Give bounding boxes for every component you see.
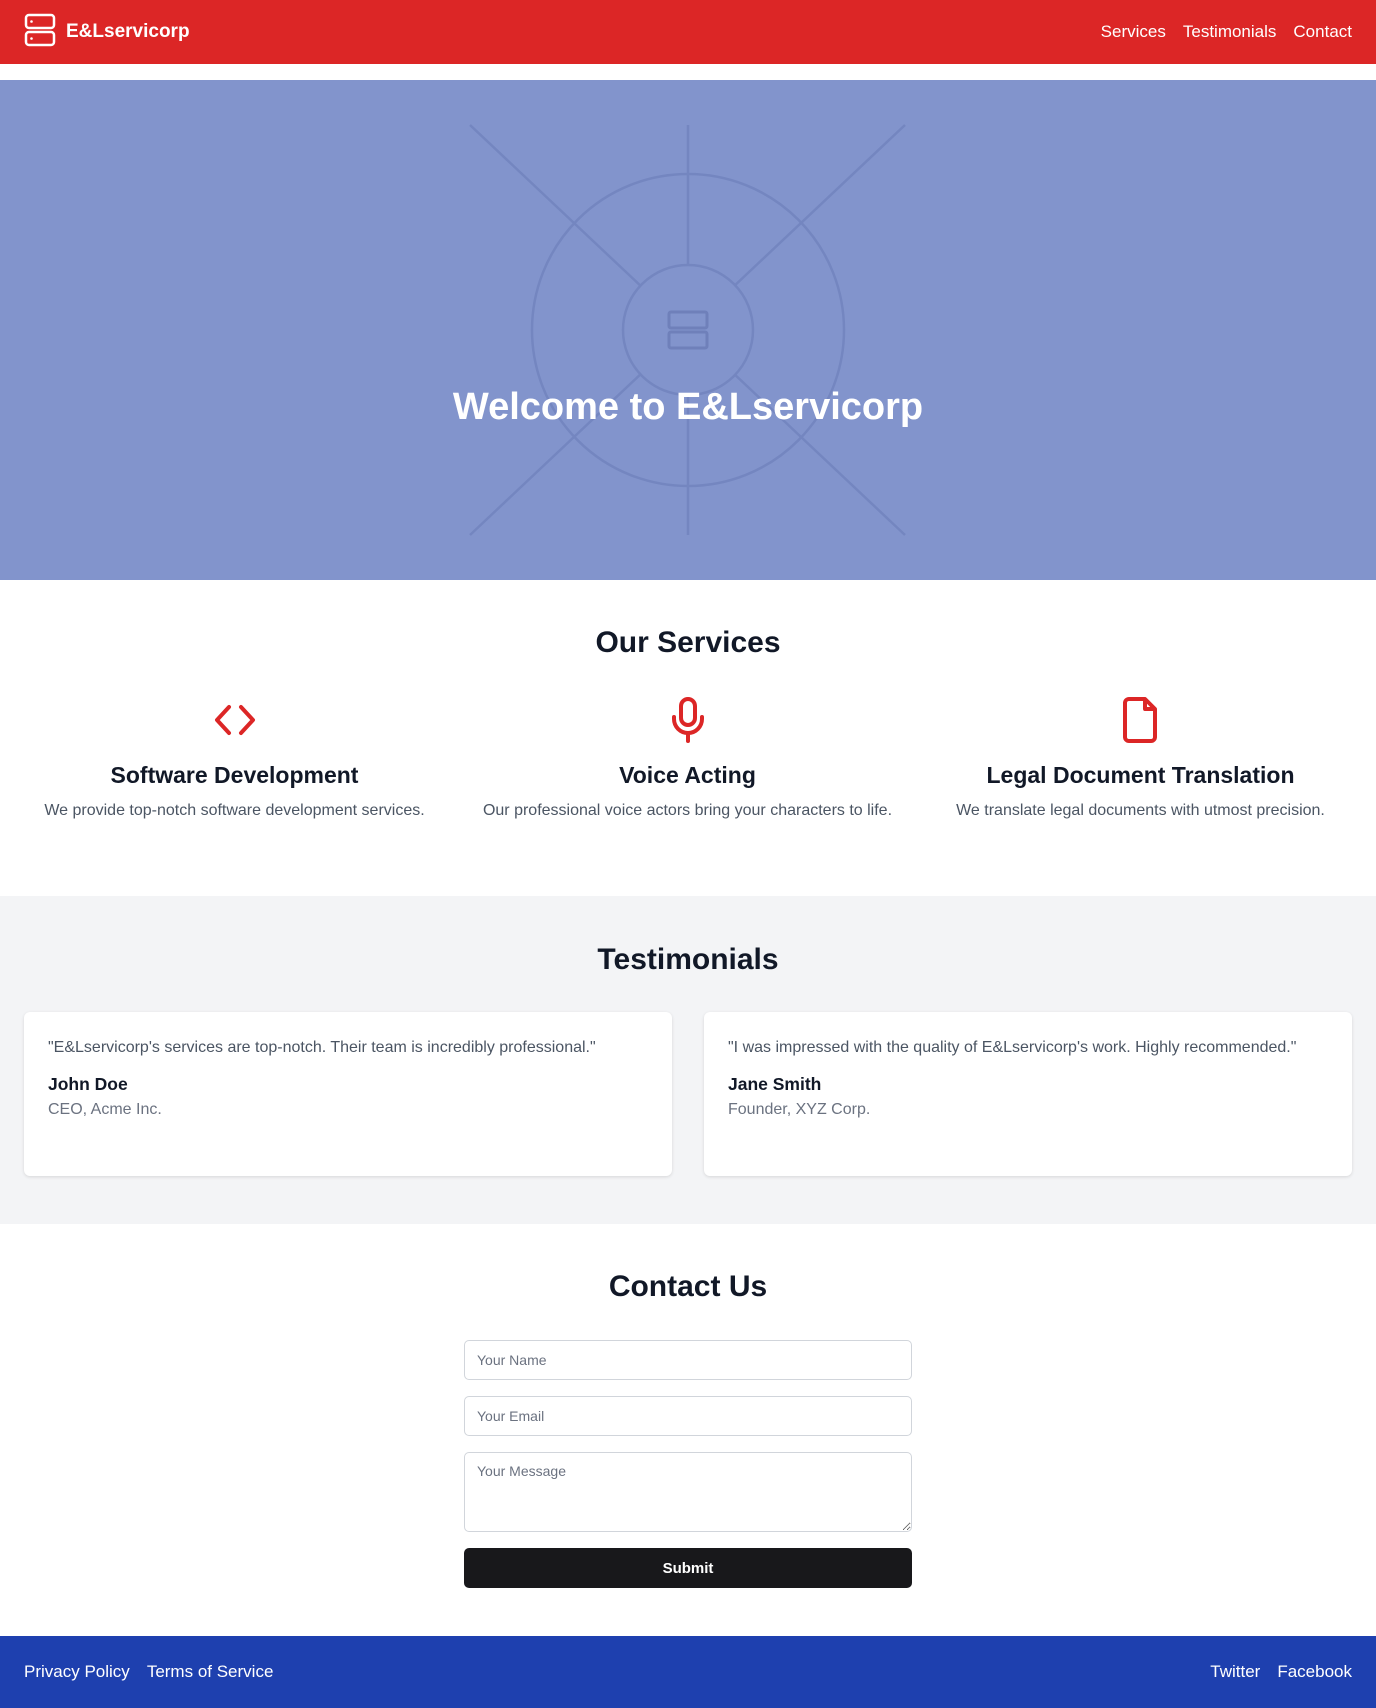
hero-section: Welcome to E&Lservicorp bbox=[0, 80, 1376, 580]
testimonial-author: John Doe bbox=[48, 1074, 128, 1094]
contact-title: Contact Us bbox=[608, 1270, 768, 1303]
brand-name: E&Lservicorp bbox=[66, 21, 190, 42]
testimonials-title: Testimonials bbox=[597, 943, 779, 976]
nav-link-contact[interactable]: Contact bbox=[1293, 22, 1352, 42]
testimonial-card: "I was impressed with the quality of E&L… bbox=[704, 1012, 1352, 1176]
service-card-voice-acting: Voice Acting Our professional voice acto… bbox=[461, 695, 914, 823]
nav-link-testimonials[interactable]: Testimonials bbox=[1183, 22, 1277, 42]
privacy-policy-link[interactable]: Privacy Policy bbox=[24, 1662, 130, 1682]
code-icon bbox=[8, 695, 461, 745]
service-description: Our professional voice actors bring your… bbox=[482, 802, 893, 819]
service-card-legal-translation: Legal Document Translation We translate … bbox=[914, 695, 1367, 823]
footer-social-links: Twitter Facebook bbox=[1210, 1662, 1352, 1682]
service-title: Legal Document Translation bbox=[986, 762, 1295, 788]
service-title: Software Development bbox=[110, 762, 359, 788]
testimonial-author: Jane Smith bbox=[728, 1074, 822, 1094]
site-footer: Privacy Policy Terms of Service Twitter … bbox=[0, 1636, 1376, 1708]
service-description: We provide top-notch software developmen… bbox=[44, 802, 425, 819]
testimonial-quote: "E&Lservicorp's services are top-notch. … bbox=[48, 1039, 596, 1056]
terms-of-service-link[interactable]: Terms of Service bbox=[147, 1662, 274, 1682]
hero-title: Welcome to E&Lservicorp bbox=[452, 386, 924, 428]
service-description: We translate legal documents with utmost… bbox=[956, 802, 1325, 819]
twitter-link[interactable]: Twitter bbox=[1210, 1662, 1260, 1682]
submit-button[interactable]: Submit bbox=[464, 1548, 912, 1588]
name-input[interactable] bbox=[464, 1340, 912, 1380]
document-icon bbox=[914, 695, 1367, 745]
testimonial-card: "E&Lservicorp's services are top-notch. … bbox=[24, 1012, 672, 1176]
testimonial-quote: "I was impressed with the quality of E&L… bbox=[728, 1039, 1297, 1056]
facebook-link[interactable]: Facebook bbox=[1277, 1662, 1352, 1682]
services-title: Our Services bbox=[595, 626, 781, 659]
email-input[interactable] bbox=[464, 1396, 912, 1436]
main-nav: Services Testimonials Contact bbox=[1101, 22, 1352, 42]
message-textarea[interactable] bbox=[464, 1452, 912, 1532]
footer-legal-links: Privacy Policy Terms of Service bbox=[24, 1662, 273, 1682]
server-logo-icon bbox=[24, 13, 56, 52]
nav-link-services[interactable]: Services bbox=[1101, 22, 1166, 42]
hero-background-graphic bbox=[469, 124, 906, 536]
service-title: Voice Acting bbox=[619, 762, 756, 788]
testimonial-role: CEO, Acme Inc. bbox=[48, 1101, 162, 1118]
testimonial-role: Founder, XYZ Corp. bbox=[728, 1101, 871, 1118]
service-card-software-development: Software Development We provide top-notc… bbox=[8, 695, 461, 823]
site-header: E&Lservicorp Services Testimonials Conta… bbox=[0, 0, 1376, 64]
brand[interactable]: E&Lservicorp bbox=[24, 13, 190, 52]
microphone-icon bbox=[461, 695, 914, 745]
